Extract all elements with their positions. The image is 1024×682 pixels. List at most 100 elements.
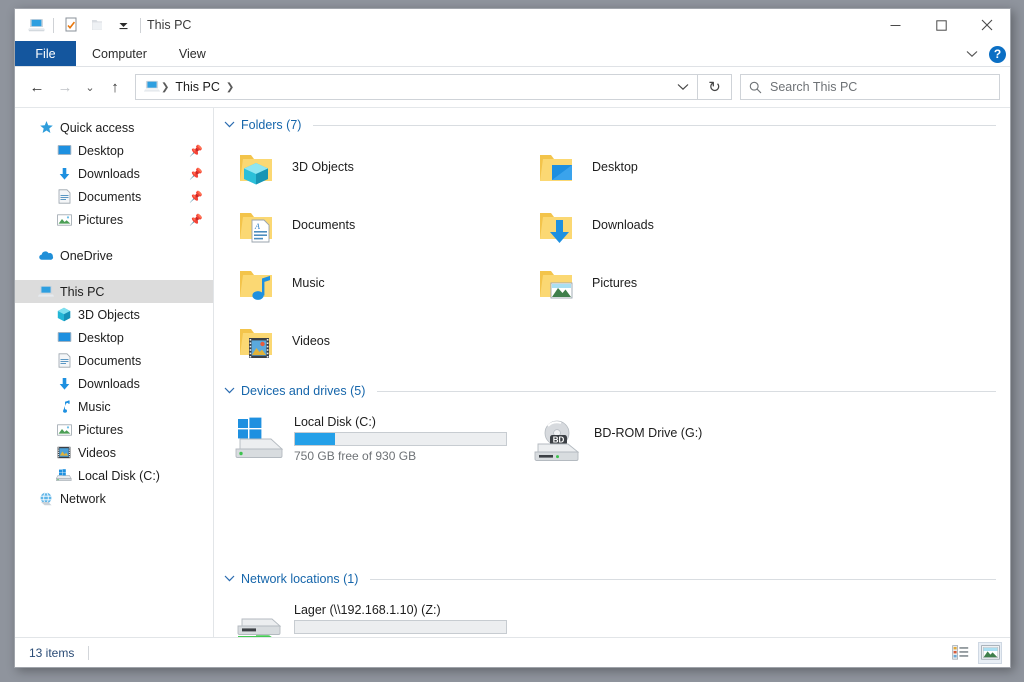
sidebar-item-network[interactable]: Network — [15, 487, 213, 510]
drive-item-bd-rom-g[interactable]: BD BD-ROM Drive (G:) — [524, 406, 824, 472]
drive-item-local-disk-c[interactable]: Local Disk (C:) 750 GB free of 930 GB — [224, 406, 524, 472]
sidebar-item-desktop-qa[interactable]: Desktop 📌 — [15, 139, 213, 162]
search-box[interactable]: Search This PC — [740, 74, 1000, 100]
file-explorer-window: This PC File Computer View ? ← → — [14, 8, 1011, 668]
sidebar-item-3d-objects[interactable]: 3D Objects — [15, 303, 213, 326]
recent-locations-chevron-icon[interactable]: ⌄ — [79, 73, 101, 101]
address-dropdown-chevron-icon[interactable] — [669, 75, 697, 99]
sidebar-label: Pictures — [78, 423, 123, 437]
sidebar-item-documents-qa[interactable]: Documents 📌 — [15, 185, 213, 208]
folder-label: Pictures — [592, 276, 637, 290]
group-rule — [377, 391, 996, 392]
folders-grid: 3D Objects Desktop — [224, 140, 996, 372]
network-drive-icon — [234, 603, 286, 637]
folder-item-music[interactable]: Music — [224, 256, 524, 310]
pin-icon[interactable]: 📌 — [189, 167, 203, 180]
sidebar-gap-2 — [15, 267, 213, 280]
forward-button: → — [51, 73, 79, 101]
breadcrumb-this-pc-icon[interactable] — [144, 80, 160, 94]
documents-icon — [55, 353, 73, 369]
folder-desktop-icon — [534, 143, 582, 191]
folder-item-pictures[interactable]: Pictures — [524, 256, 824, 310]
minimize-button[interactable] — [872, 9, 918, 41]
drives-grid: Local Disk (C:) 750 GB free of 930 GB — [224, 406, 996, 476]
sidebar-item-desktop[interactable]: Desktop — [15, 326, 213, 349]
sidebar-item-pictures-qa[interactable]: Pictures 📌 — [15, 208, 213, 231]
onedrive-cloud-icon — [37, 248, 55, 264]
breadcrumb-separator-1[interactable]: ❯ — [160, 82, 170, 93]
pin-icon[interactable]: 📌 — [189, 190, 203, 203]
star-icon — [37, 120, 55, 136]
customize-chevron-icon[interactable] — [110, 13, 136, 37]
sidebar-item-this-pc[interactable]: This PC — [15, 280, 213, 303]
tab-view[interactable]: View — [163, 41, 222, 66]
group-rule — [313, 125, 996, 126]
qat-divider-2 — [140, 18, 141, 33]
title-bar: This PC — [15, 9, 1010, 41]
chevron-down-icon[interactable] — [224, 120, 235, 131]
breadcrumb-item-this-pc[interactable]: This PC — [170, 80, 224, 94]
new-folder-icon[interactable] — [84, 13, 110, 37]
group-title: Network locations (1) — [241, 572, 358, 586]
drive-info: Local Disk (C:) 750 GB free of 930 GB — [294, 415, 507, 463]
this-pc-icon — [37, 284, 55, 300]
details-view-button[interactable] — [948, 642, 972, 664]
sidebar-item-downloads-qa[interactable]: Downloads 📌 — [15, 162, 213, 185]
view-mode-buttons — [948, 642, 1002, 664]
sidebar-item-onedrive[interactable]: OneDrive — [15, 244, 213, 267]
sidebar-label: Quick access — [60, 121, 134, 135]
svg-text:BD: BD — [553, 436, 565, 445]
file-list-pane[interactable]: Folders (7) 3D Objects — [214, 108, 1010, 637]
folder-item-videos[interactable]: Videos — [224, 314, 524, 368]
folder-label: Music — [292, 276, 325, 290]
large-icons-view-button[interactable] — [978, 642, 1002, 664]
this-pc-icon[interactable] — [23, 13, 49, 37]
group-header-network[interactable]: Network locations (1) — [224, 570, 996, 588]
tab-file[interactable]: File — [15, 41, 76, 66]
window-body: Quick access Desktop 📌 Downloads 📌 — [15, 107, 1010, 637]
refresh-button[interactable]: ↻ — [698, 74, 732, 100]
item-count-label: 13 items — [29, 646, 74, 660]
ribbon-collapse-chevron-icon[interactable] — [961, 47, 983, 61]
help-button[interactable]: ? — [989, 46, 1006, 63]
folder-item-documents[interactable]: A Documents — [224, 198, 524, 252]
navigation-pane[interactable]: Quick access Desktop 📌 Downloads 📌 — [15, 108, 214, 637]
breadcrumb-separator-2[interactable]: ❯ — [225, 82, 235, 93]
close-button[interactable] — [964, 9, 1010, 41]
sidebar-item-downloads[interactable]: Downloads — [15, 372, 213, 395]
group-header-folders[interactable]: Folders (7) — [224, 116, 996, 134]
hard-drive-icon — [55, 468, 73, 484]
properties-icon[interactable] — [58, 13, 84, 37]
folder-item-desktop[interactable]: Desktop — [524, 140, 824, 194]
folder-label: 3D Objects — [292, 160, 354, 174]
search-input[interactable]: Search This PC — [770, 80, 857, 94]
folder-item-downloads[interactable]: Downloads — [524, 198, 824, 252]
pin-icon[interactable]: 📌 — [189, 213, 203, 226]
capacity-bar — [294, 620, 507, 634]
chevron-down-icon[interactable] — [224, 386, 235, 397]
up-button[interactable]: ↑ — [101, 73, 129, 101]
sidebar-item-quick-access[interactable]: Quick access — [15, 116, 213, 139]
pin-icon[interactable]: 📌 — [189, 144, 203, 157]
chevron-down-icon[interactable] — [224, 574, 235, 585]
videos-icon — [55, 445, 73, 461]
drive-label: Local Disk (C:) — [294, 415, 507, 429]
download-icon — [55, 376, 73, 392]
sidebar-item-documents[interactable]: Documents — [15, 349, 213, 372]
address-bar[interactable]: ❯ This PC ❯ — [135, 74, 698, 100]
tab-computer[interactable]: Computer — [76, 41, 163, 66]
sidebar-item-local-disk-c[interactable]: Local Disk (C:) — [15, 464, 213, 487]
group-header-devices[interactable]: Devices and drives (5) — [224, 382, 996, 400]
pictures-icon — [55, 422, 73, 438]
folder-label: Desktop — [592, 160, 638, 174]
sidebar-label: OneDrive — [60, 249, 113, 263]
network-drive-item-lager-z[interactable]: Lager (\\192.168.1.10) (Z:) 14.0 TB free… — [224, 594, 524, 637]
sidebar-item-pictures[interactable]: Pictures — [15, 418, 213, 441]
window-controls — [872, 9, 1010, 41]
sidebar-item-music[interactable]: Music — [15, 395, 213, 418]
back-button[interactable]: ← — [23, 73, 51, 101]
sidebar-item-videos[interactable]: Videos — [15, 441, 213, 464]
maximize-button[interactable] — [918, 9, 964, 41]
drive-info: Lager (\\192.168.1.10) (Z:) 14.0 TB free… — [294, 603, 507, 637]
folder-item-3d-objects[interactable]: 3D Objects — [224, 140, 524, 194]
